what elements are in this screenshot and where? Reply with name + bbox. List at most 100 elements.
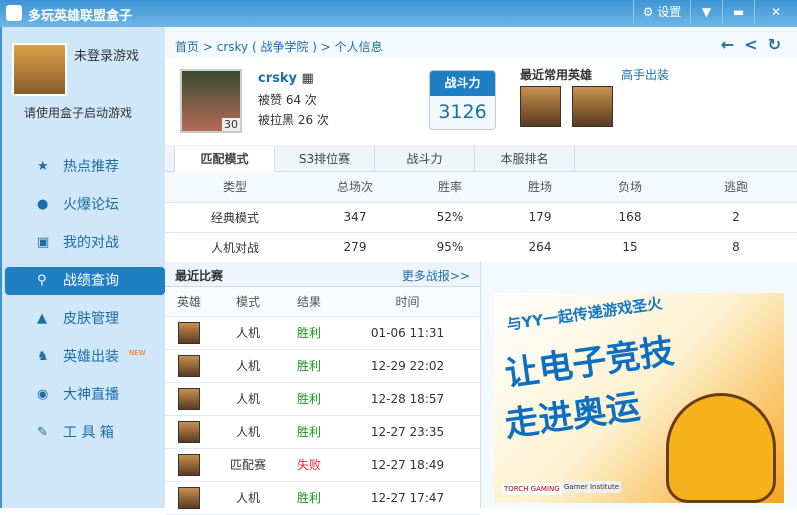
settings-button[interactable]: ⚙ 设置 (633, 0, 690, 24)
tab-s3-ranked[interactable]: S3排位赛 (275, 146, 375, 172)
match-row[interactable]: 人机 胜利 12-29 22:02 (165, 349, 480, 383)
recent-matches-title: 最近比赛 (175, 269, 224, 283)
sidebar-item-7[interactable]: ✎ 工 具 箱 (5, 419, 165, 447)
match-time: 12-28 18:57 (335, 382, 480, 416)
column-header: 时间 (335, 287, 480, 317)
stats-cell: 15 (585, 232, 675, 263)
sidebar-item-6[interactable]: ◉ 大神直播 (5, 381, 165, 409)
match-mode: 人机 (213, 316, 283, 350)
stats-table: 类型 总场次 胜率 胜场 负场 逃跑 经典模式 347 52% 179 168 2 人机对战 279 9… (165, 172, 797, 263)
sidebar-item-0[interactable]: ★ 热点推荐 (5, 153, 165, 181)
hero-icon (178, 321, 200, 344)
sidebar-item-5[interactable]: ♞ 英雄出装 NEW (5, 343, 165, 371)
login-hint: 请使用盒子启动游戏 (24, 106, 133, 120)
stats-cell: 2 (675, 202, 797, 233)
power-value: 3126 (438, 101, 487, 123)
ad-panel: 与YY一起传递游戏圣火 让电子竞技 走进奥运 TORCH GAMING Game… (480, 262, 797, 508)
nav-icon: ⚲ (37, 273, 47, 288)
gamer-institute-logo: Gamer Institute (562, 481, 622, 493)
match-mode: 人机 (213, 382, 283, 416)
window-title: 多玩英雄联盟盒子 (28, 9, 133, 24)
hero-icon (178, 453, 200, 476)
player-name[interactable]: crsky ▦ (258, 71, 314, 86)
recent-hero-2[interactable] (572, 86, 613, 127)
sidebar-item-1[interactable]: ● 火爆论坛 (5, 191, 165, 219)
back-icon[interactable]: ← (721, 35, 734, 54)
table-row: 人机对战 279 95% 264 15 8 (165, 232, 797, 263)
match-row[interactable]: 人机 胜利 12-27 17:47 (165, 481, 480, 515)
breadcrumb-home[interactable]: 首页 (175, 40, 199, 54)
hero-icon (178, 387, 200, 410)
stats-cell: 95% (405, 232, 495, 263)
nav-icon: ★ (37, 159, 49, 174)
player-name-text: crsky (258, 71, 297, 86)
user-avatar[interactable] (12, 43, 67, 96)
nav-label: 热点推荐 (63, 159, 119, 175)
match-time: 12-29 22:02 (335, 349, 480, 383)
nav-label: 英雄出装 (63, 349, 119, 365)
match-row[interactable]: 匹配赛 失败 12-27 18:49 (165, 448, 480, 482)
recent-matches-header: 最近比赛 更多战报>> (165, 262, 480, 287)
nav-icon: ◉ (37, 387, 49, 402)
column-header: 总场次 (305, 172, 405, 203)
match-result: 胜利 (283, 316, 335, 350)
nav-icon: ▲ (37, 311, 47, 326)
match-mode: 人机 (213, 349, 283, 383)
breadcrumb-player[interactable]: crsky ( 战争学院 ) (217, 40, 317, 54)
tab-power[interactable]: 战斗力 (375, 146, 475, 172)
nav-label: 战绩查询 (63, 273, 119, 289)
match-row[interactable]: 人机 胜利 12-27 23:35 (165, 415, 480, 449)
match-row[interactable]: 人机 胜利 12-28 18:57 (165, 382, 480, 416)
ad-banner[interactable]: 与YY一起传递游戏圣火 让电子竞技 走进奥运 TORCH GAMING Game… (494, 293, 784, 503)
match-row[interactable]: 人机 胜利 01-06 11:31 (165, 316, 480, 350)
column-header: 结果 (283, 287, 335, 317)
minimize-button[interactable]: ▬ (722, 0, 754, 24)
column-header: 模式 (213, 287, 283, 317)
breadcrumb-sep: > (320, 40, 331, 54)
share-icon[interactable]: < (744, 35, 757, 54)
qrcode-icon[interactable]: ▦ (302, 71, 314, 86)
new-badge: NEW (129, 349, 146, 357)
blocked-count: 被拉黑 26 次 (258, 113, 329, 127)
refresh-icon[interactable]: ↻ (768, 35, 781, 54)
tab-match[interactable]: 匹配模式 (174, 146, 275, 173)
recent-hero-1[interactable] (520, 86, 561, 127)
column-header: 胜场 (495, 172, 585, 203)
nav-icon: ♞ (37, 349, 49, 364)
match-mode: 匹配赛 (213, 448, 283, 482)
stats-cell: 8 (675, 232, 797, 263)
main-panel: 首页 > crsky ( 战争学院 ) > 个人信息 ← < ↻ 30 crsky … (165, 27, 797, 515)
stats-cell: 279 (305, 232, 405, 263)
settings-label: 设置 (657, 5, 682, 19)
sidebar-item-3[interactable]: ⚲ 战绩查询 (5, 267, 165, 295)
close-button[interactable]: ✕ (754, 0, 797, 24)
nav-icon: ● (37, 197, 49, 212)
match-mode: 人机 (213, 481, 283, 515)
match-result: 胜利 (283, 415, 335, 449)
column-header: 类型 (165, 172, 305, 203)
nav-label: 皮肤管理 (63, 311, 119, 327)
stats-cell: 179 (495, 202, 585, 233)
breadcrumb-page: 个人信息 (334, 40, 383, 54)
stats-cell: 264 (495, 232, 585, 263)
sidebar-item-4[interactable]: ▲ 皮肤管理 (5, 305, 165, 333)
player-avatar: 30 (180, 69, 242, 133)
match-time: 01-06 11:31 (335, 316, 480, 350)
stats-cell: 347 (305, 202, 405, 233)
nav-label: 火爆论坛 (63, 197, 119, 213)
match-time: 12-27 23:35 (335, 415, 480, 449)
table-row: 经典模式 347 52% 179 168 2 (165, 202, 797, 233)
nav-label: 大神直播 (63, 387, 119, 403)
likes-count: 被赞 64 次 (258, 93, 317, 107)
pro-builds-link[interactable]: 高手出装 (621, 66, 669, 83)
column-header: 负场 (585, 172, 675, 203)
sidebar-item-2[interactable]: ▣ 我的对战 (5, 229, 165, 257)
menu-dropdown-button[interactable]: ▼ (690, 0, 722, 24)
app-logo-icon (6, 5, 22, 21)
more-reports-link[interactable]: 更多战报>> (402, 267, 470, 284)
match-result: 失败 (283, 448, 335, 482)
profile-card: 30 crsky ▦ 被赞 64 次 被拉黑 26 次 战斗力 3126 最近常用… (165, 58, 797, 146)
title-bar: 多玩英雄联盟盒子 ⚙ 设置 ▼ ▬ ✕ (0, 0, 797, 27)
tab-server-rank[interactable]: 本服排名 (475, 146, 575, 172)
recent-heroes-label: 最近常用英雄 (520, 68, 593, 82)
